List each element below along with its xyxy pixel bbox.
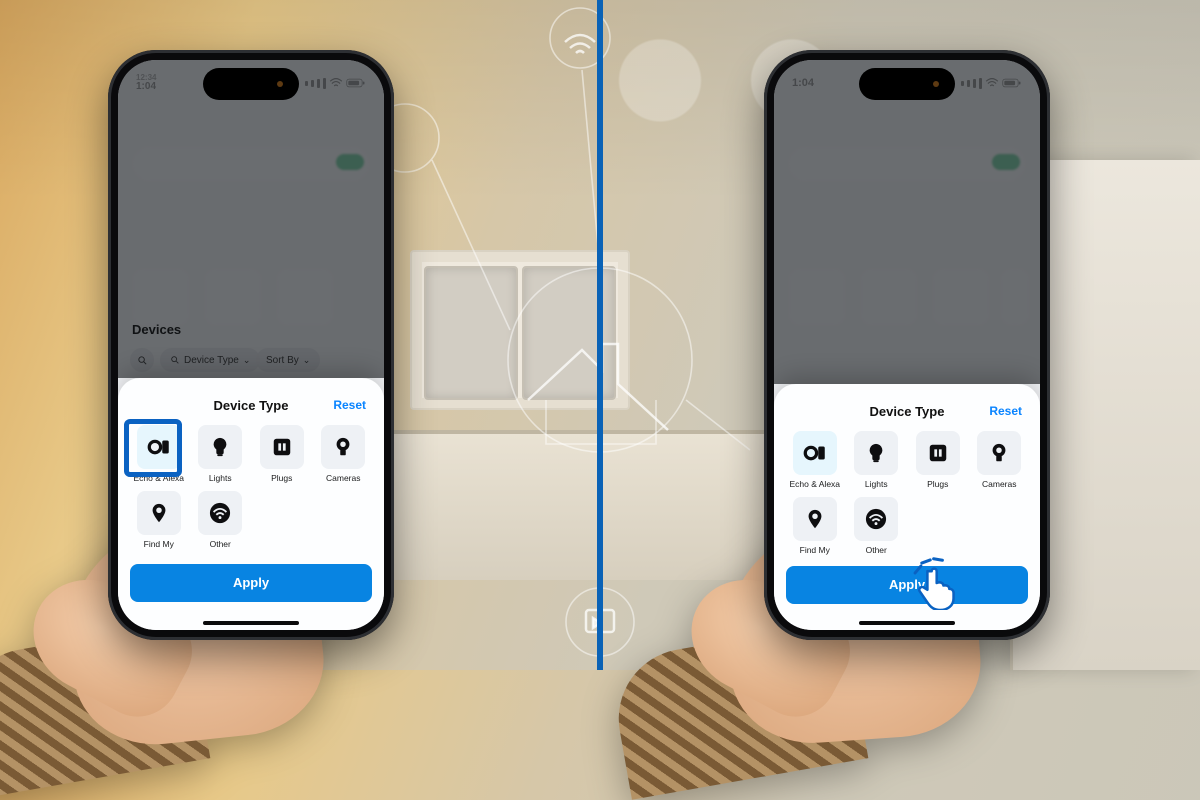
vertical-divider: [597, 0, 603, 670]
plug-icon: [916, 431, 960, 475]
status-icons: [961, 78, 1022, 89]
home-indicator[interactable]: [859, 621, 955, 625]
tile-echo-alexa[interactable]: Echo & Alexa: [788, 431, 842, 489]
tile-label: Echo & Alexa: [133, 474, 184, 483]
device-type-grid: Echo & Alexa Lights Plugs: [130, 425, 372, 550]
modal-overlay[interactable]: [774, 60, 1040, 384]
modal-overlay[interactable]: [118, 60, 384, 378]
tile-plugs[interactable]: Plugs: [255, 425, 309, 483]
wifi-icon: [329, 78, 343, 88]
tile-other[interactable]: Other: [850, 497, 904, 555]
tile-label: Find My: [800, 546, 830, 555]
apply-button[interactable]: Apply: [130, 564, 372, 602]
battery-icon: [346, 78, 366, 88]
bulb-icon: [198, 425, 242, 469]
apply-button[interactable]: Apply: [786, 566, 1028, 604]
phone-left: Devices Device Type ⌄ Sort By ⌄ 12:341:0…: [108, 50, 394, 640]
device-type-grid: Echo & Alexa Lights Plugs: [786, 431, 1028, 556]
device-type-sheet: Device Type Reset Echo & Alexa Lights: [118, 378, 384, 630]
tile-echo-alexa[interactable]: Echo & Alexa: [132, 425, 186, 483]
reset-button[interactable]: Reset: [333, 398, 366, 412]
wifi-icon: [854, 497, 898, 541]
tile-label: Other: [210, 540, 231, 549]
sheet-title: Device Type: [870, 404, 945, 419]
tile-cameras[interactable]: Cameras: [973, 431, 1027, 489]
tile-find-my[interactable]: Find My: [132, 491, 186, 549]
home-indicator[interactable]: [203, 621, 299, 625]
location-pin-icon: [793, 497, 837, 541]
status-icons: [305, 78, 366, 89]
tile-label: Echo & Alexa: [789, 480, 840, 489]
tile-find-my[interactable]: Find My: [788, 497, 842, 555]
camera-icon: [321, 425, 365, 469]
tile-other[interactable]: Other: [194, 491, 248, 549]
tile-lights[interactable]: Lights: [850, 431, 904, 489]
tile-label: Find My: [144, 540, 174, 549]
reset-button[interactable]: Reset: [989, 404, 1022, 418]
status-time: 12:341:04: [136, 74, 156, 92]
battery-icon: [1002, 78, 1022, 88]
tile-label: Lights: [209, 474, 232, 483]
tile-label: Cameras: [982, 480, 1016, 489]
wifi-icon: [198, 491, 242, 535]
tile-label: Plugs: [271, 474, 292, 483]
tile-cameras[interactable]: Cameras: [317, 425, 371, 483]
dynamic-island: [861, 70, 953, 98]
tile-label: Other: [866, 546, 887, 555]
plug-icon: [260, 425, 304, 469]
wifi-icon: [985, 78, 999, 88]
device-type-sheet: Device Type Reset Echo & Alexa Lights: [774, 384, 1040, 630]
tile-label: Cameras: [326, 474, 360, 483]
phone-right: 1:04 Device Type Reset Echo & Alexa: [764, 50, 1050, 640]
location-pin-icon: [137, 491, 181, 535]
echo-alexa-icon: [793, 431, 837, 475]
status-time: 1:04: [792, 77, 814, 89]
sheet-title: Device Type: [214, 398, 289, 413]
tile-label: Plugs: [927, 480, 948, 489]
dynamic-island: [205, 70, 297, 98]
bulb-icon: [854, 431, 898, 475]
tile-label: Lights: [865, 480, 888, 489]
tile-plugs[interactable]: Plugs: [911, 431, 965, 489]
echo-alexa-icon: [137, 425, 181, 469]
camera-icon: [977, 431, 1021, 475]
tile-lights[interactable]: Lights: [194, 425, 248, 483]
